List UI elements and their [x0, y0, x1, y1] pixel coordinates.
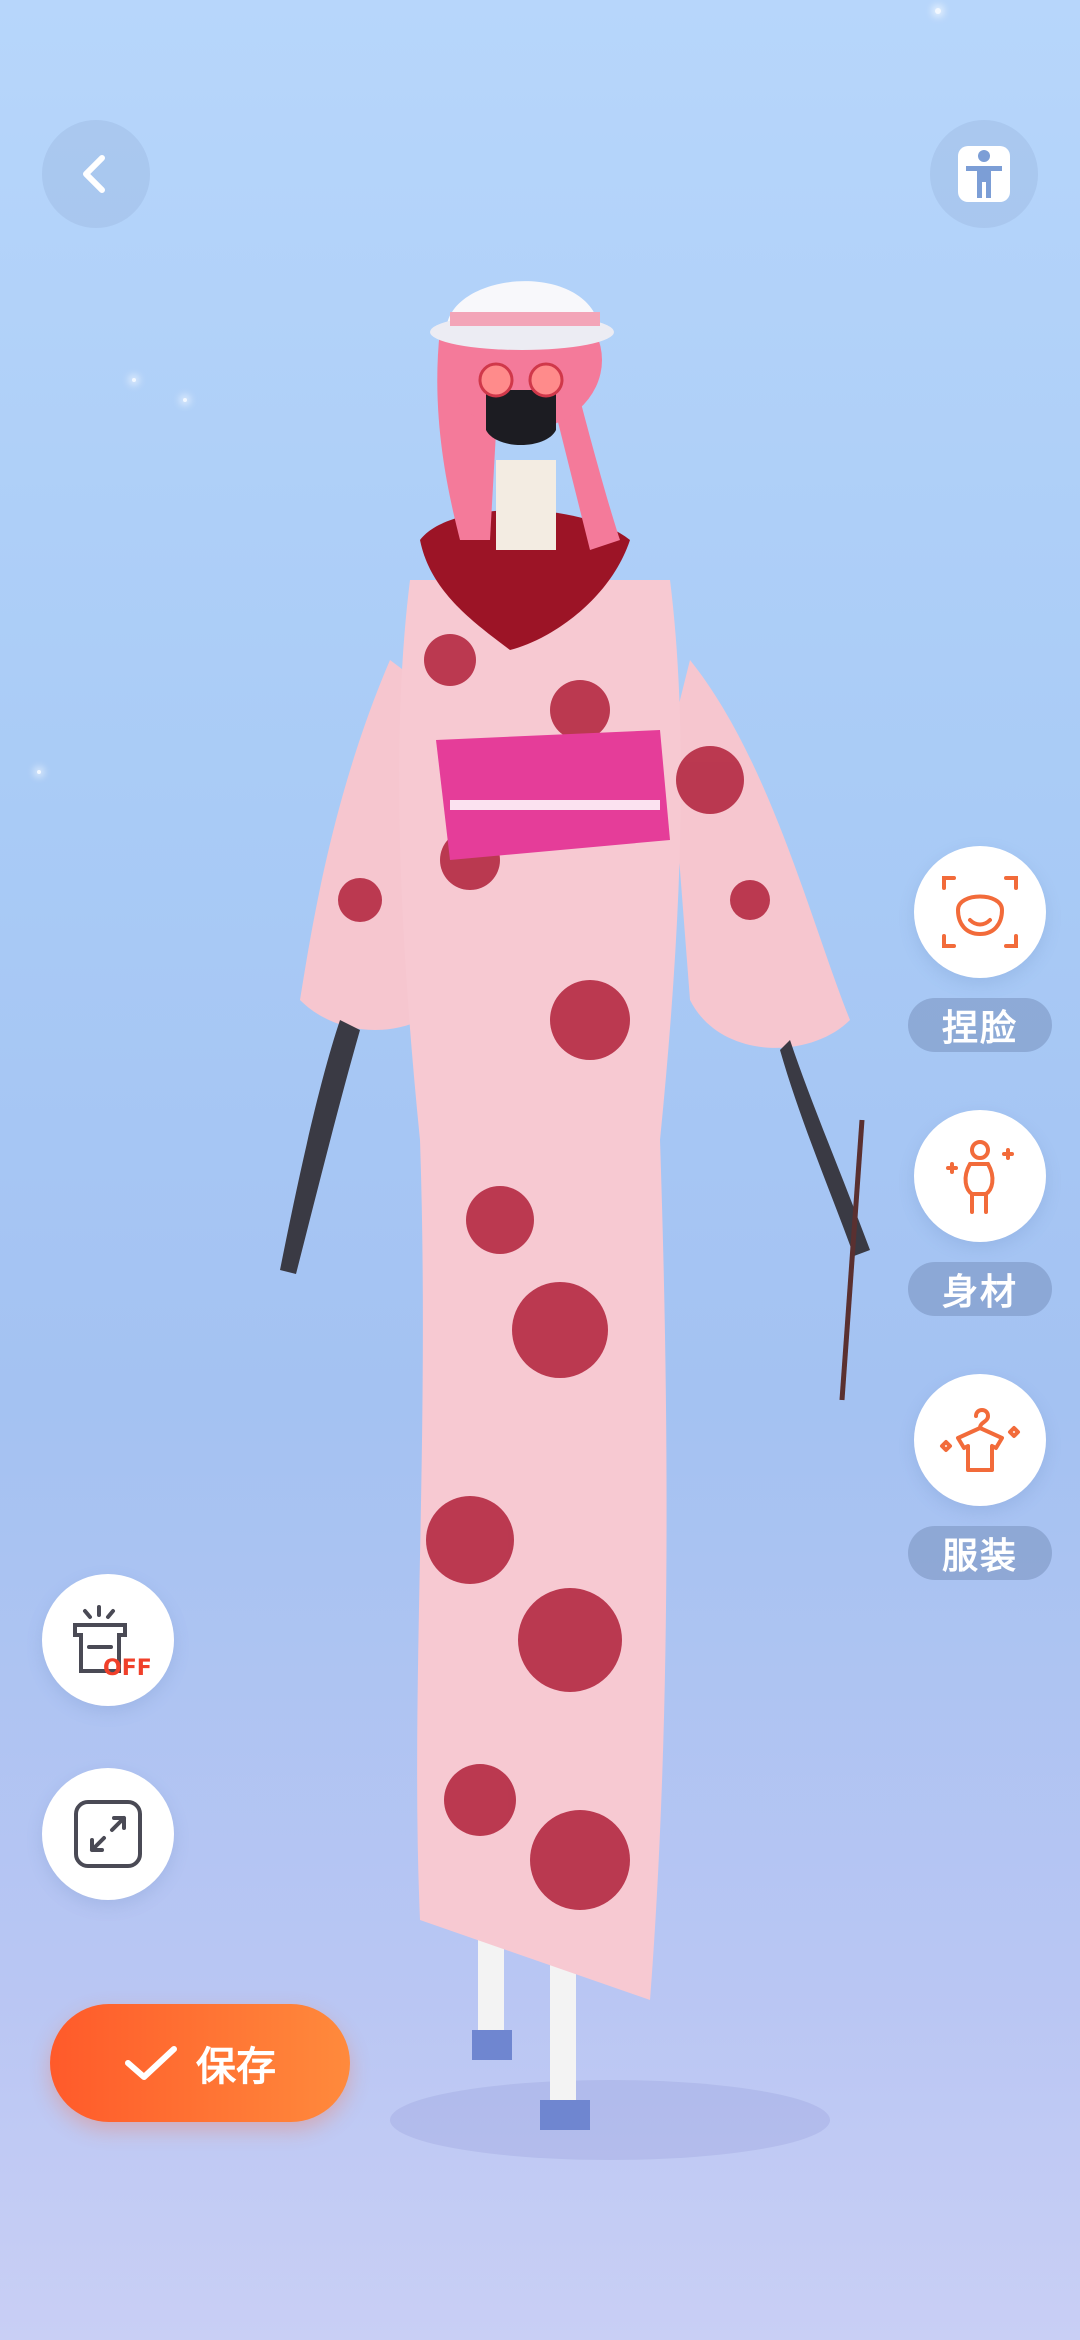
sparkle [935, 8, 941, 14]
body-icon [946, 1140, 1014, 1214]
light-toggle-button[interactable]: OFF [42, 1574, 174, 1706]
save-label: 保存 [196, 2044, 276, 2090]
back-button[interactable] [42, 120, 150, 228]
sparkle [37, 770, 41, 774]
light-toggle-badge: OFF [103, 1656, 152, 1681]
clothes-editor-label: 服装 [908, 1526, 1052, 1580]
body-editor-button[interactable] [914, 1110, 1046, 1242]
checkmark-icon [125, 2046, 177, 2080]
face-editor-button[interactable] [914, 846, 1046, 978]
pose-button[interactable] [930, 120, 1038, 228]
avatar-character[interactable] [250, 240, 930, 2200]
expand-icon [74, 1800, 142, 1868]
face-editor-label: 捏脸 [908, 998, 1052, 1052]
clothes-hanger-icon [940, 1408, 1020, 1472]
chevron-left-icon [83, 155, 105, 193]
body-editor-label: 身材 [908, 1262, 1052, 1316]
clothes-editor-button[interactable] [914, 1374, 1046, 1506]
sparkle [183, 398, 187, 402]
save-button[interactable]: 保存 [50, 2004, 350, 2122]
sparkle [132, 378, 136, 382]
face-icon [942, 876, 1018, 948]
lamp-off-icon: OFF [73, 1605, 152, 1681]
fullscreen-button[interactable] [42, 1768, 174, 1900]
standing-person-icon [958, 146, 1010, 202]
